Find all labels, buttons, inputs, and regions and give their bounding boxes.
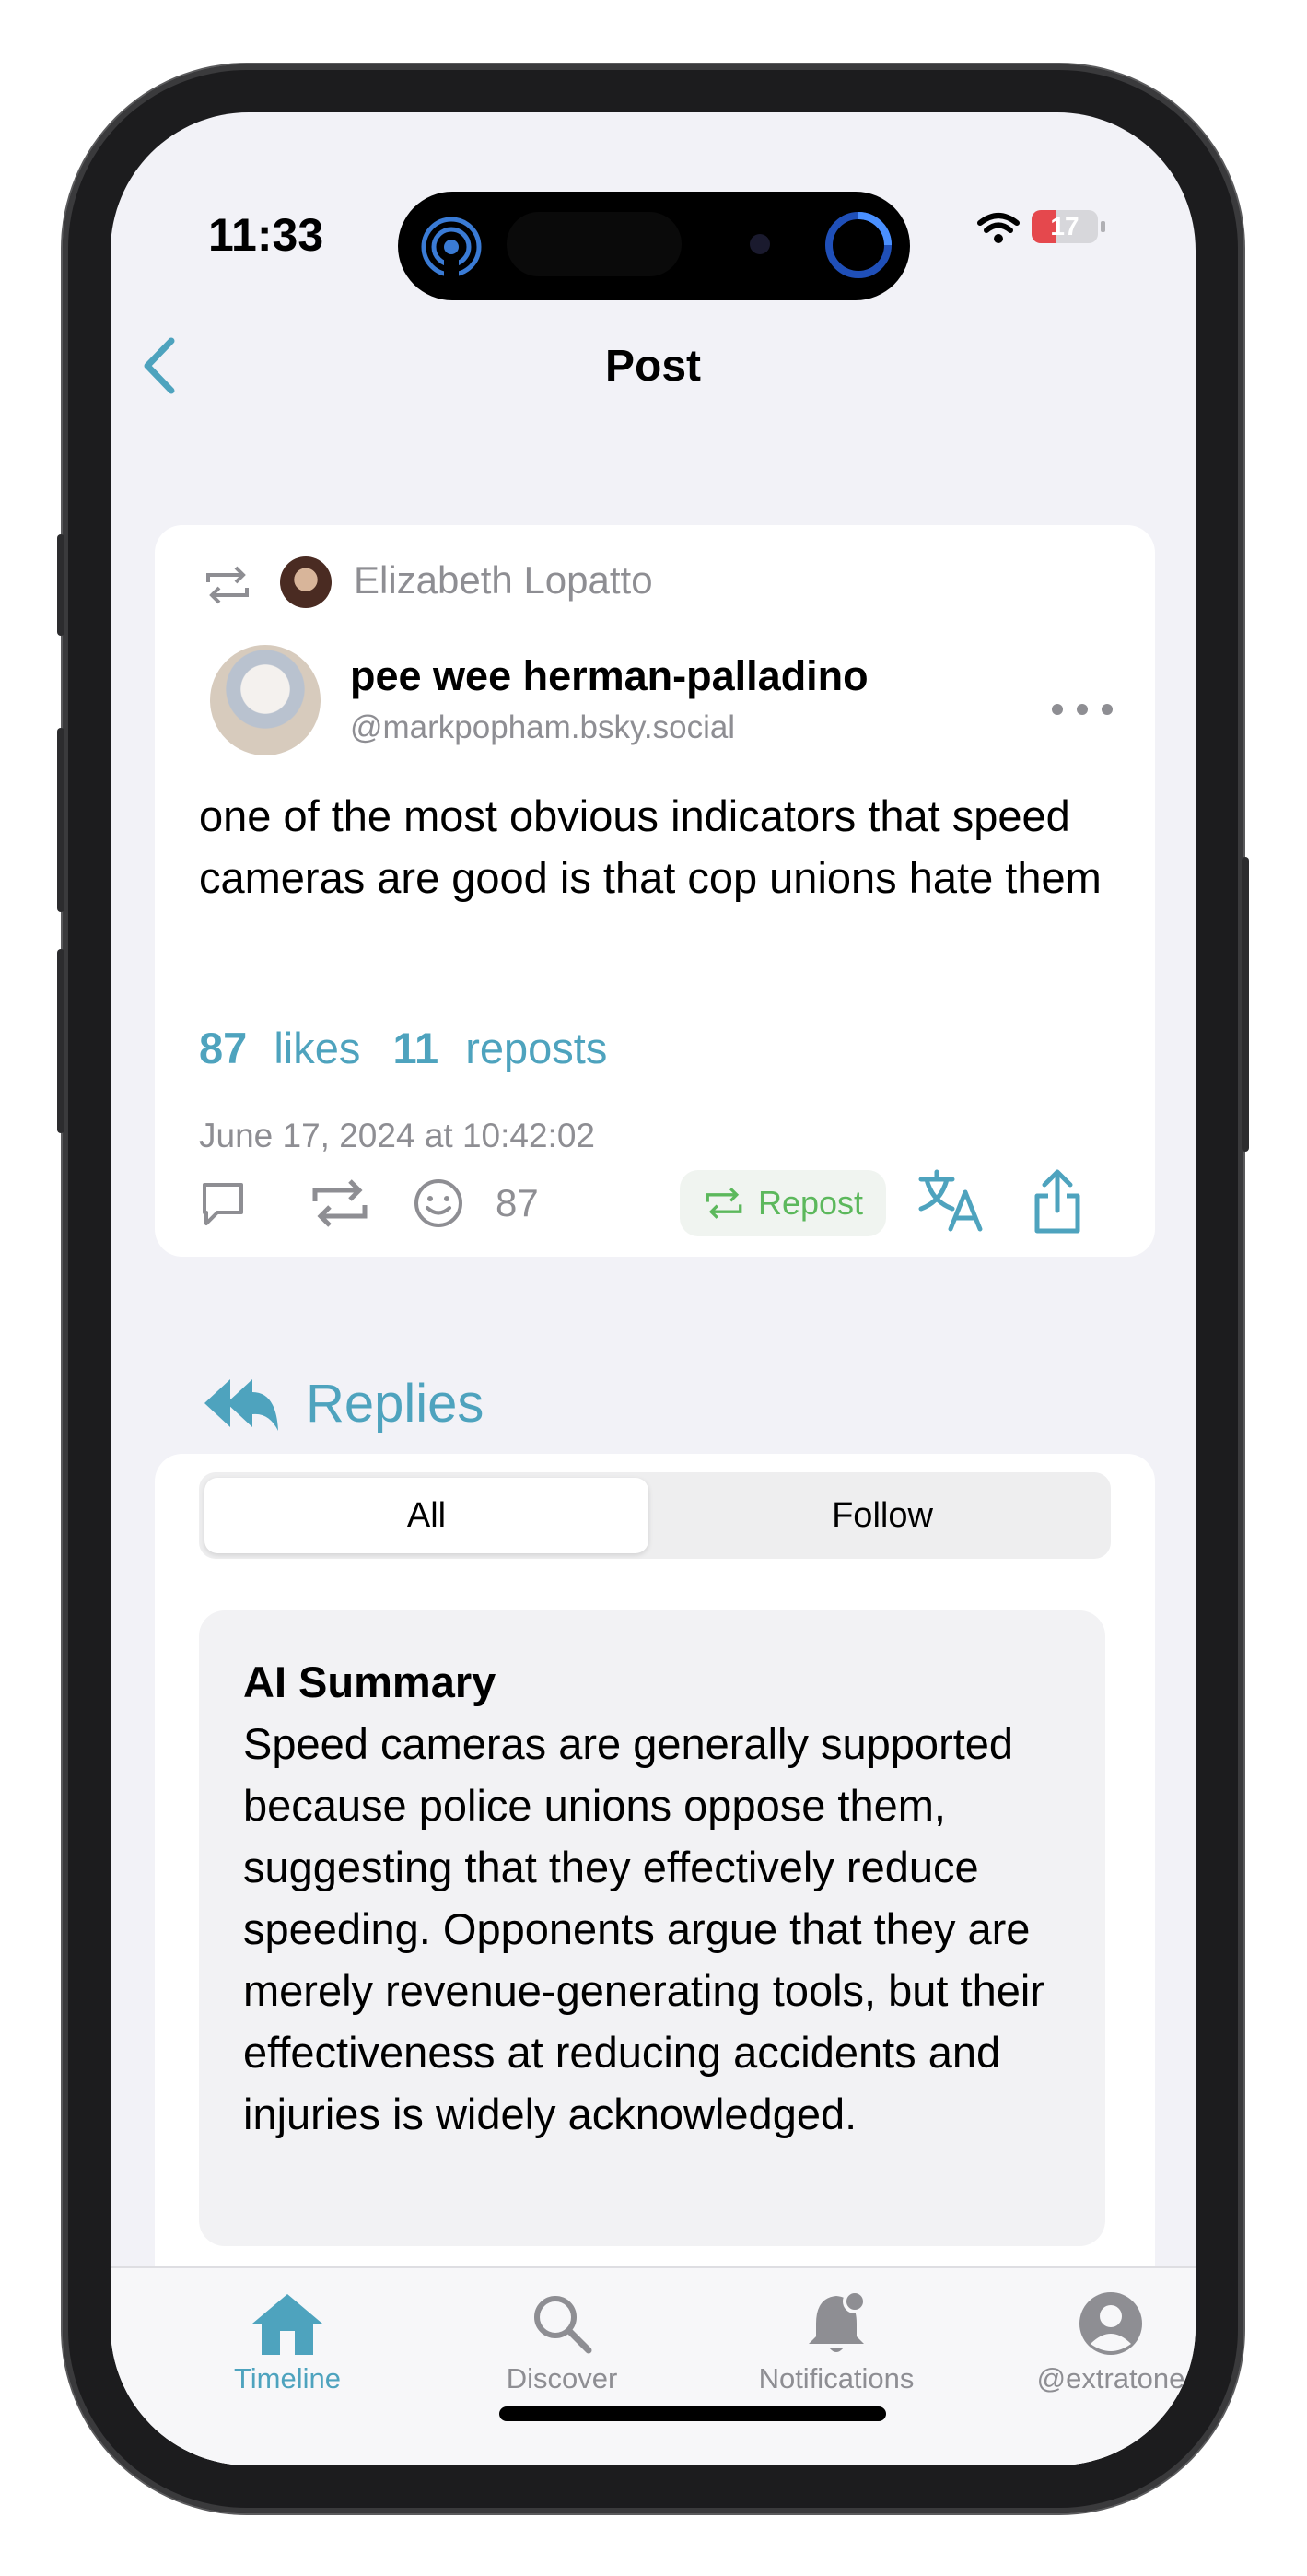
author-name[interactable]: pee wee herman-palladino: [350, 652, 869, 700]
segment-all[interactable]: All: [204, 1478, 648, 1553]
repost-indicator-icon: [206, 566, 249, 604]
phone-frame: 11:33 17 Post Elizabeth Lopatto pee wee …: [57, 64, 1249, 2513]
more-options-icon[interactable]: [1048, 700, 1116, 719]
replies-segmented-control[interactable]: All Follow: [199, 1472, 1111, 1559]
tab-timeline-label: Timeline: [234, 2362, 341, 2395]
tab-notifications[interactable]: Notifications: [707, 2285, 965, 2395]
reposts-count[interactable]: 11: [392, 1024, 438, 1072]
like-smiley-icon[interactable]: [411, 1176, 466, 1231]
reposter-name[interactable]: Elizabeth Lopatto: [354, 558, 653, 603]
tab-discover-label: Discover: [506, 2362, 618, 2395]
segment-follow[interactable]: Follow: [659, 1478, 1105, 1553]
reposter-avatar[interactable]: [280, 556, 332, 608]
status-bar: 11:33 17: [111, 112, 1196, 300]
replies-heading: Replies: [306, 1374, 484, 1434]
progress-ring-icon: [825, 212, 892, 278]
magnifier-icon: [534, 2296, 592, 2354]
reply-all-icon: [204, 1378, 278, 1431]
battery-icon: 17: [1032, 210, 1105, 243]
power-button: [1242, 857, 1249, 1152]
likes-label[interactable]: likes: [274, 1024, 360, 1072]
bell-icon: [809, 2289, 867, 2352]
repost-green-icon: [706, 1188, 742, 1219]
replies-header: Replies: [203, 1373, 484, 1434]
likes-count[interactable]: 87: [199, 1024, 247, 1072]
tab-discover[interactable]: Discover: [433, 2285, 691, 2395]
post-card[interactable]: Elizabeth Lopatto pee wee herman-palladi…: [155, 525, 1155, 1257]
dynamic-island: [398, 192, 910, 300]
volume-down-button: [57, 949, 64, 1133]
ai-summary-box: AI Summary Speed cameras are generally s…: [199, 1610, 1105, 2246]
repost-button[interactable]: Repost: [680, 1170, 886, 1236]
tab-profile-label: @extratone: [1036, 2362, 1185, 2395]
post-timestamp: June 17, 2024 at 10:42:02: [199, 1117, 595, 1154]
tab-bar: Timeline Discover Notifications @extrato…: [111, 2266, 1196, 2465]
airdrop-icon: [421, 217, 482, 282]
volume-up-button: [57, 728, 64, 912]
tab-profile[interactable]: @extratone: [982, 2285, 1196, 2395]
battery-percent: 17: [1050, 212, 1079, 240]
repost-button-label: Repost: [757, 1184, 864, 1222]
reaction-count: 87: [496, 1181, 539, 1224]
page-title: Post: [604, 342, 701, 391]
author-avatar[interactable]: [210, 645, 321, 755]
person-icon: [1079, 2292, 1142, 2355]
repost-icon[interactable]: [308, 1176, 372, 1231]
share-icon[interactable]: [1030, 1166, 1085, 1236]
status-time: 11:33: [208, 209, 324, 261]
tab-notifications-label: Notifications: [758, 2362, 915, 2395]
front-camera: [750, 234, 770, 254]
ai-summary-text: Speed cameras are generally supported be…: [243, 1719, 1044, 2138]
reposts-label[interactable]: reposts: [465, 1024, 607, 1072]
house-icon: [252, 2294, 322, 2355]
translate-icon[interactable]: [916, 1168, 986, 1233]
author-handle[interactable]: @markpopham.bsky.social: [350, 709, 735, 746]
post-text: one of the most obvious indicators that …: [199, 791, 1102, 902]
ai-summary-title: AI Summary: [243, 1657, 496, 1706]
home-indicator[interactable]: [499, 2406, 886, 2421]
battery-tip: [1101, 221, 1105, 232]
action-button: [57, 534, 64, 636]
screen: 11:33 17 Post Elizabeth Lopatto pee wee …: [111, 112, 1196, 2465]
engagement-stats[interactable]: 87 likes 11 reposts: [199, 1023, 607, 1073]
camera-area: [507, 212, 682, 276]
tab-timeline[interactable]: Timeline: [158, 2285, 416, 2395]
reply-icon[interactable]: [195, 1176, 251, 1231]
wifi-icon: [977, 213, 1020, 243]
